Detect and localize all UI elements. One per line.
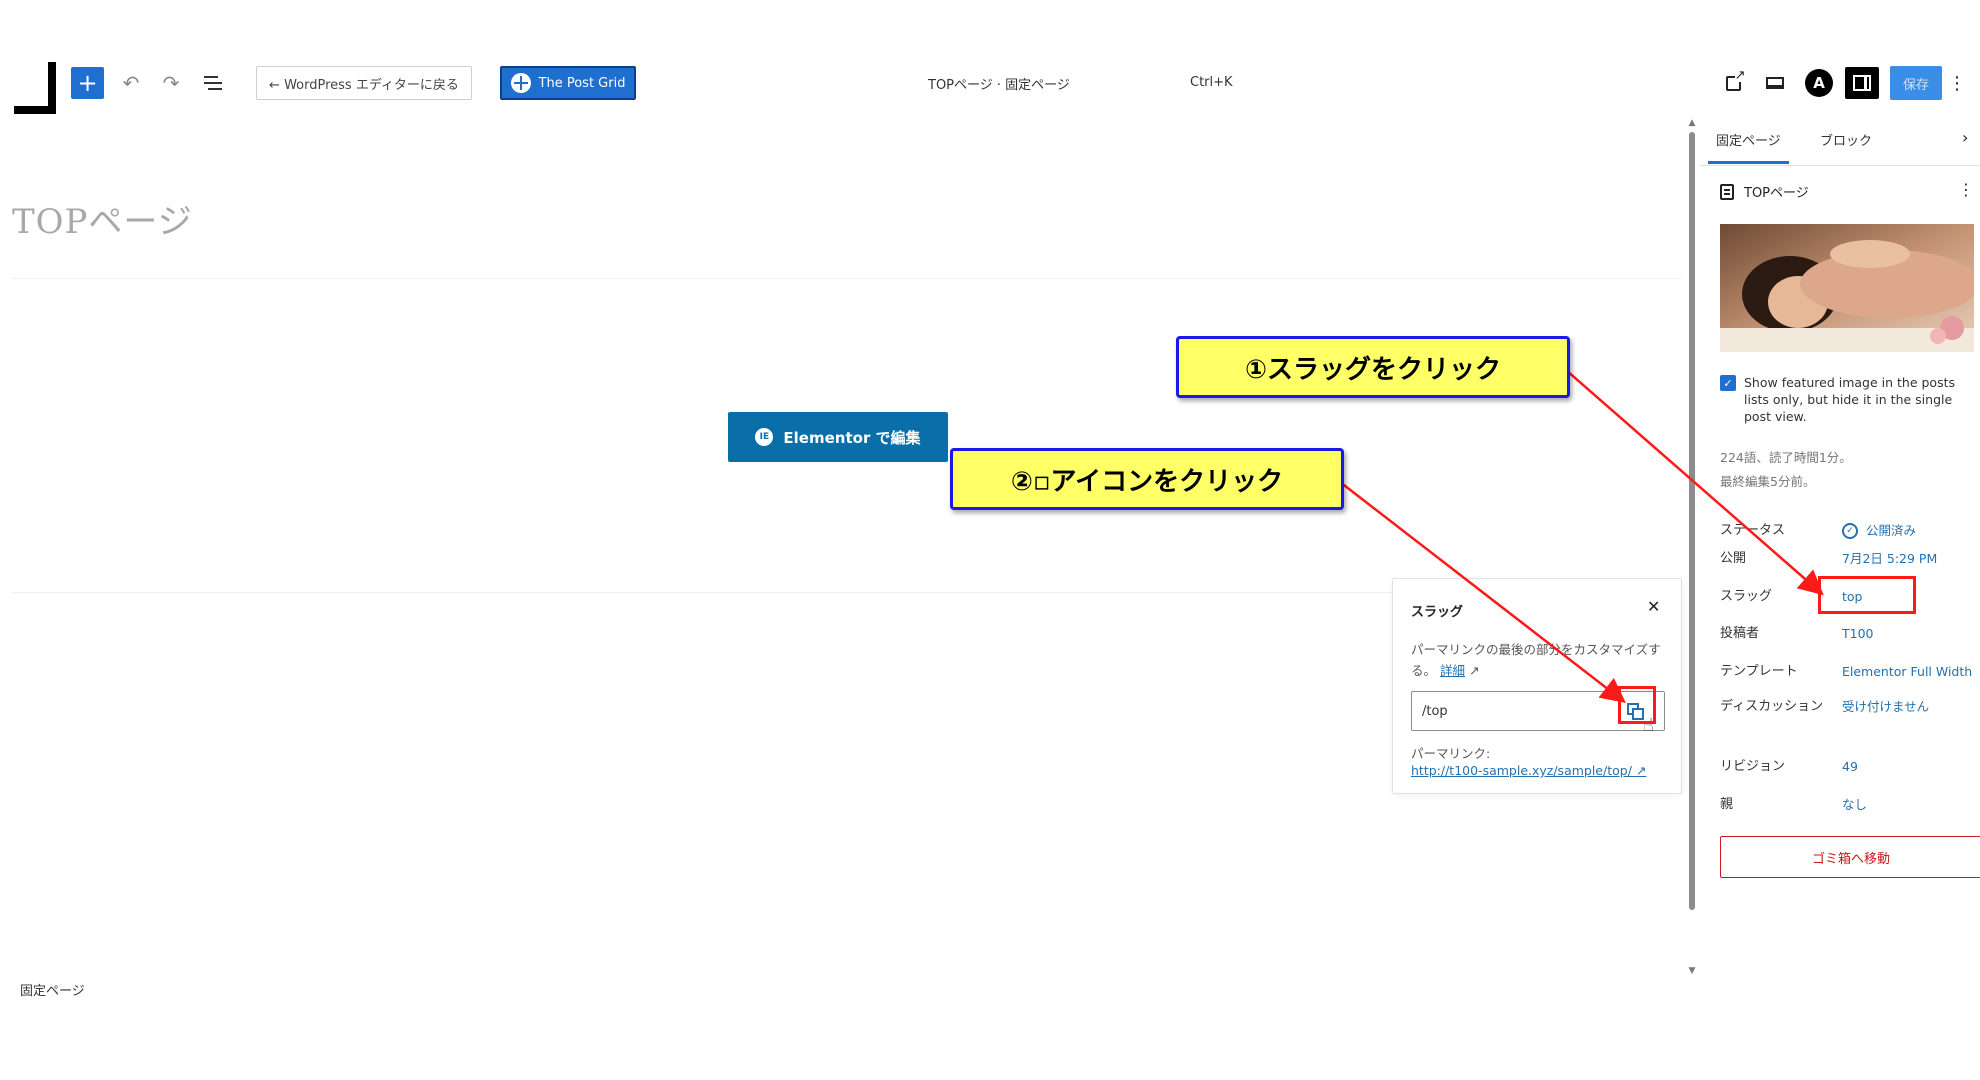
post-meta: 224語、読了時間1分。 最終編集5分前。 <box>1720 446 1852 494</box>
published-check-icon: ✓ <box>1842 523 1858 539</box>
parent-value[interactable]: なし <box>1842 796 1867 814</box>
checkbox-checked-icon[interactable]: ✓ <box>1720 375 1736 391</box>
permalink-label: パーマリンク: <box>1411 746 1491 761</box>
publish-date-value[interactable]: 7月2日 5:29 PM <box>1842 550 1937 568</box>
page-icon <box>1720 183 1734 200</box>
astra-settings-button[interactable]: A <box>1805 69 1833 97</box>
external-link-icon: ↗ <box>1469 663 1480 678</box>
command-shortcut: Ctrl+K <box>1190 75 1233 90</box>
document-actions-button[interactable]: ⋮ <box>1958 180 1974 199</box>
list-view-icon <box>204 76 222 90</box>
sidebar-panel-icon <box>1853 75 1871 91</box>
discussion-label: ディスカッション <box>1720 699 1824 714</box>
status-value-text: 公開済み <box>1866 523 1917 538</box>
preview-button[interactable] <box>1760 70 1790 96</box>
breadcrumb[interactable]: 固定ページ <box>20 980 85 999</box>
slug-highlight-box <box>1818 576 1916 614</box>
back-to-wordpress-editor-button[interactable]: ← WordPress エディターに戻る <box>256 66 472 100</box>
post-grid-icon <box>510 73 531 93</box>
featured-image-option[interactable]: ✓ Show featured image in the posts lists… <box>1720 374 1960 425</box>
author-label: 投稿者 <box>1720 626 1760 641</box>
undo-icon: ↶ <box>122 71 140 95</box>
slug-label: スラッグ <box>1720 589 1773 604</box>
tab-page[interactable]: 固定ページ <box>1708 130 1789 164</box>
options-menu-button[interactable]: ⋮ <box>1948 68 1966 98</box>
redo-button[interactable]: ↷ <box>158 68 184 98</box>
template-value[interactable]: Elementor Full Width <box>1842 663 1972 681</box>
status-value[interactable]: ✓ 公開済み <box>1842 522 1916 540</box>
view-page-button[interactable] <box>1720 68 1746 96</box>
close-icon[interactable]: ✕ <box>1647 597 1660 616</box>
save-button[interactable]: 保存 <box>1890 66 1942 100</box>
sidebar-tabs: 固定ページ ブロック › <box>1700 118 1980 166</box>
undo-button[interactable]: ↶ <box>118 68 144 98</box>
callout-step-2: ②▫アイコンをクリック <box>950 448 1344 510</box>
astra-logo-icon: A <box>1813 74 1825 92</box>
external-link-icon <box>1725 68 1746 91</box>
callout-step-1: ①スラッグをクリック <box>1176 336 1570 398</box>
document-title[interactable]: TOPページ · 固定ページ <box>928 74 1070 93</box>
featured-image[interactable] <box>1720 224 1974 352</box>
canvas-divider <box>12 278 1682 279</box>
chevron-right-icon[interactable]: › <box>1962 128 1968 147</box>
details-link[interactable]: 詳細 <box>1440 663 1465 678</box>
publish-label: 公開 <box>1720 551 1747 566</box>
revisions-value[interactable]: 49 <box>1842 758 1858 776</box>
add-block-button[interactable]: + <box>71 67 104 99</box>
elementor-icon: IE <box>755 428 774 446</box>
scroll-up-icon[interactable]: ▲ <box>1686 118 1698 128</box>
copy-icon-highlight-box <box>1618 686 1656 724</box>
redo-icon: ↷ <box>162 71 180 95</box>
document-name: TOPページ <box>1744 186 1809 201</box>
last-edited: 最終編集5分前。 <box>1720 474 1816 489</box>
discussion-value[interactable]: 受け付けません <box>1842 698 1929 716</box>
author-value[interactable]: T100 <box>1842 625 1874 643</box>
permalink-link[interactable]: http://t100-sample.xyz/sample/top/ ↗ <box>1411 763 1646 778</box>
scrollbar-thumb[interactable] <box>1689 132 1695 910</box>
site-logo-block[interactable] <box>14 62 56 114</box>
plus-icon: + <box>77 69 98 97</box>
status-label: ステータス <box>1720 523 1786 538</box>
settings-sidebar-toggle[interactable] <box>1845 67 1879 99</box>
permalink-url: http://t100-sample.xyz/sample/top/ <box>1411 763 1632 778</box>
post-grid-label: The Post Grid <box>538 75 626 91</box>
featured-image-photo <box>1720 224 1974 352</box>
list-view-button[interactable] <box>198 68 228 98</box>
template-label: テンプレート <box>1720 664 1798 679</box>
word-count: 224語、読了時間1分。 <box>1720 450 1852 465</box>
external-link-icon: ↗ <box>1635 763 1647 778</box>
featured-option-label: Show featured image in the posts lists o… <box>1744 375 1956 424</box>
parent-label: 親 <box>1720 797 1734 812</box>
elementor-button-label: Elementor で編集 <box>783 428 921 447</box>
edit-with-elementor-button[interactable]: IE Elementor で編集 <box>728 412 948 462</box>
popover-title: スラッグ <box>1411 605 1464 620</box>
move-to-trash-button[interactable]: ゴミ箱へ移動 <box>1720 836 1980 878</box>
tab-block[interactable]: ブロック <box>1812 130 1880 161</box>
document-summary: TOPページ <box>1720 182 1809 201</box>
slug-input-value: /top <box>1422 703 1448 719</box>
post-grid-button[interactable]: The Post Grid <box>500 66 636 100</box>
device-preview-icon <box>1766 77 1784 89</box>
settings-sidebar: 固定ページ ブロック › TOPページ ⋮ ✓ Show featured im… <box>1700 118 1980 1018</box>
page-title[interactable]: TOPページ <box>12 194 193 243</box>
scroll-down-icon[interactable]: ▼ <box>1686 966 1698 976</box>
canvas-scrollbar[interactable]: ▲ ▼ <box>1686 118 1698 976</box>
revisions-label: リビジョン <box>1720 759 1786 774</box>
more-vertical-icon: ⋮ <box>1948 72 1966 94</box>
popover-description: パーマリンクの最後の部分をカスタマイズする。 詳細 ↗ <box>1411 639 1673 681</box>
canvas-divider <box>12 592 1392 593</box>
annotation-arrows <box>1339 369 1824 704</box>
